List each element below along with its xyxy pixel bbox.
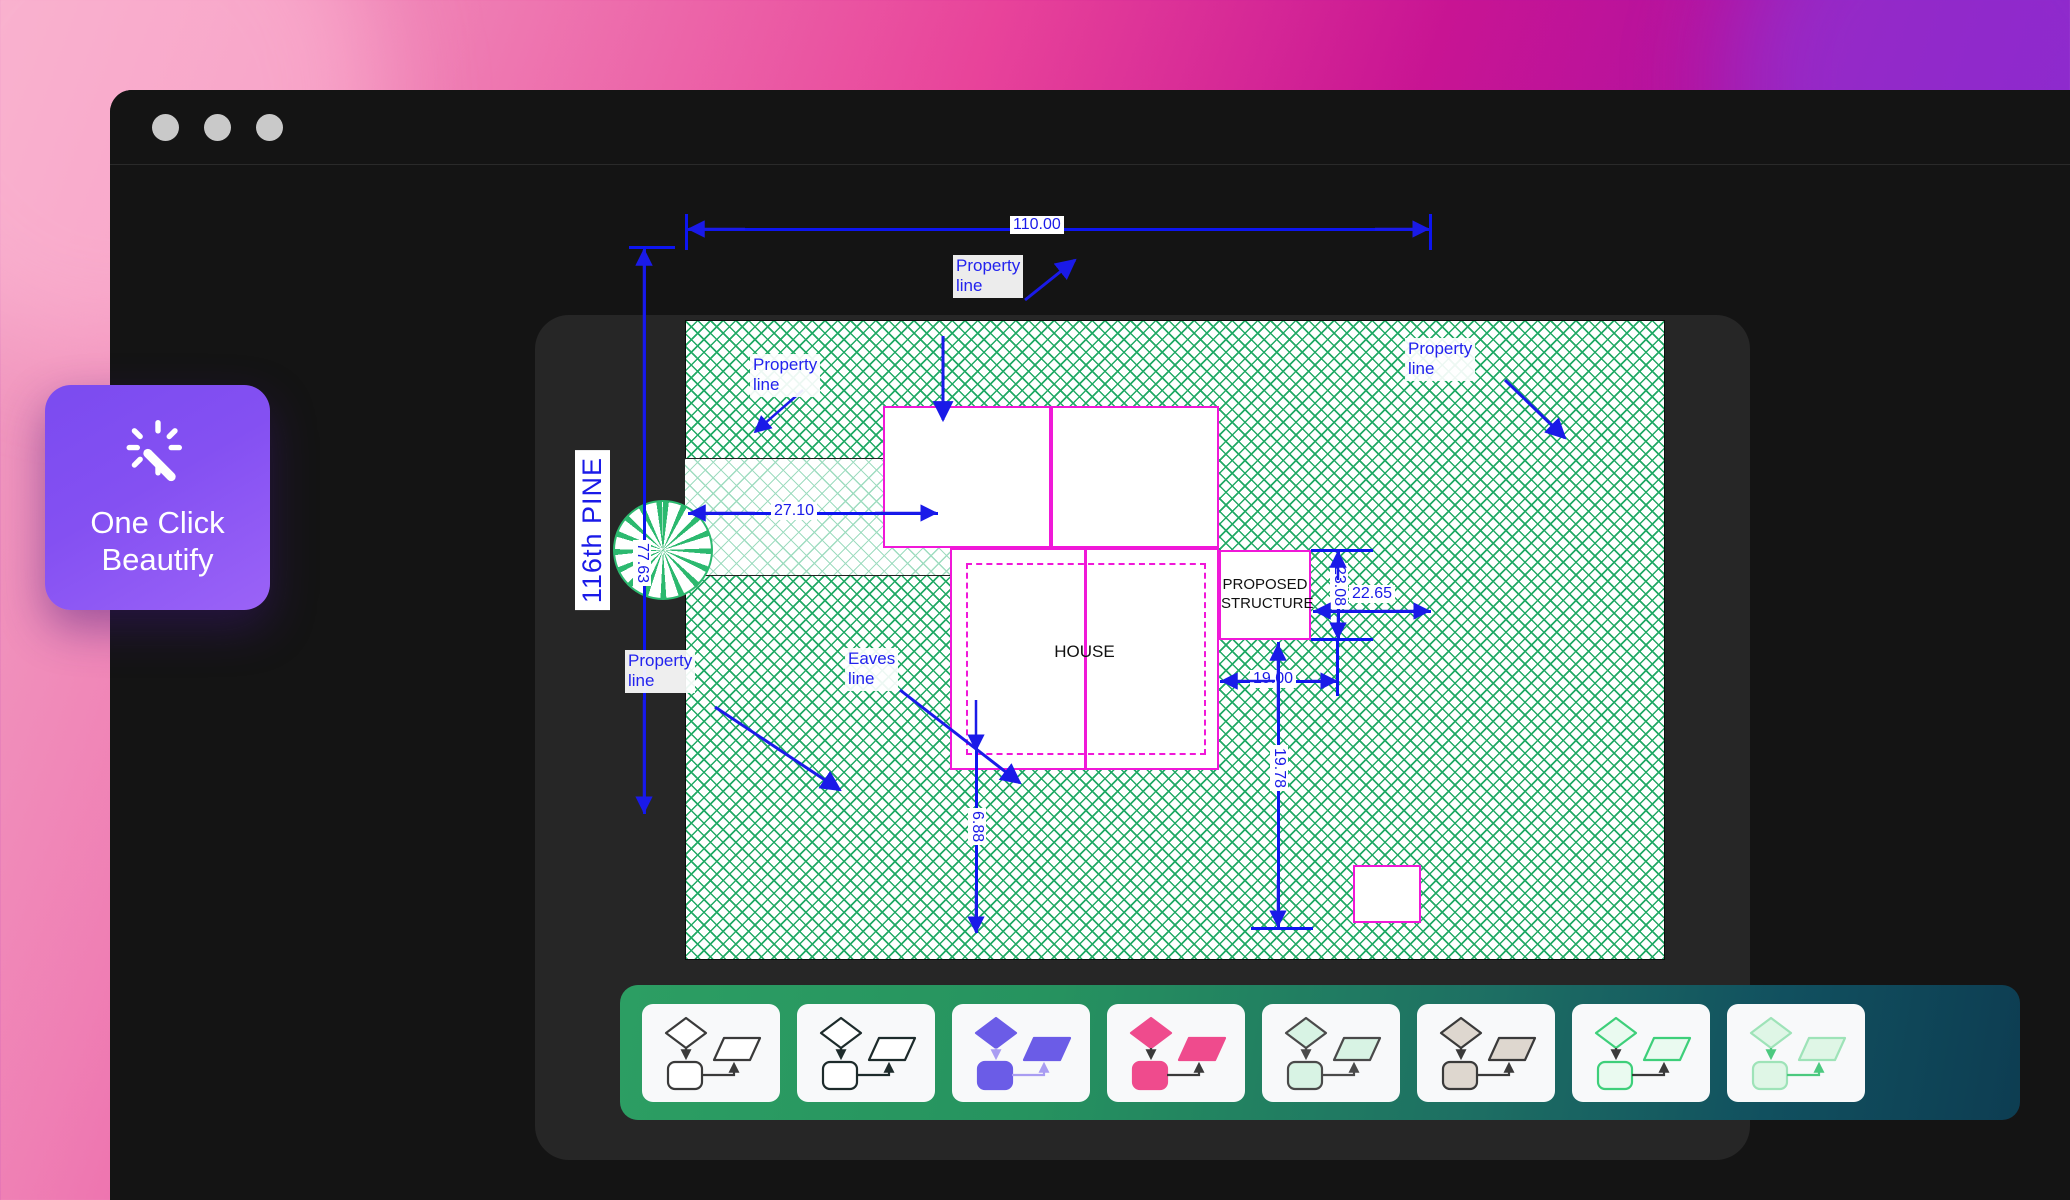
structure-shed[interactable]	[1353, 865, 1421, 923]
style-preview-outline-bold	[819, 1016, 917, 1090]
dim-structure-depth-label: 23.08	[1330, 563, 1348, 610]
annotation-eaves-line: Eaves line	[845, 648, 899, 691]
data-parallelogram	[1332, 1036, 1382, 1061]
style-preview-outline-light	[664, 1016, 762, 1090]
dim-structure-depth-ext-top	[1311, 549, 1373, 552]
process-box	[1441, 1060, 1479, 1090]
site-plan-canvas[interactable]: HOUSE PROPOSED STRUCTURE 110.00 77.63 27…	[575, 214, 1665, 960]
dim-lot-depth-ext-top	[629, 246, 675, 249]
dim-eaves-offset-label: 6.88	[968, 808, 986, 846]
style-theme-bar[interactable]	[620, 985, 2020, 1120]
annotation-property-line-top-center: Property line	[953, 255, 1024, 298]
dim-structure-depth-ext-bottom	[1311, 638, 1373, 641]
annotation-property-line-bottom-left: Property line	[625, 650, 696, 693]
process-box	[976, 1060, 1014, 1090]
style-thumbnail-green-soft[interactable]	[1727, 1003, 1865, 1102]
sparkle-wand-icon	[126, 419, 182, 482]
decision-diamond	[1594, 1016, 1638, 1049]
dim-lot-width-label: 110.00	[1010, 216, 1064, 234]
style-preview-green-outline	[1594, 1016, 1692, 1090]
style-thumbnail-violet[interactable]	[952, 1003, 1090, 1102]
dim-lot-width-ext-left	[685, 214, 688, 250]
window-minimize-button[interactable]	[204, 113, 231, 141]
dim-right-setback-line	[1313, 610, 1431, 613]
window-titlebar	[110, 90, 2070, 165]
decision-diamond	[1439, 1016, 1483, 1049]
style-thumbnail-outline-bold[interactable]	[797, 1003, 935, 1102]
style-thumbnail-mint[interactable]	[1262, 1003, 1400, 1102]
data-parallelogram	[1642, 1036, 1692, 1061]
style-preview-green-soft	[1749, 1016, 1847, 1090]
eaves-line-outline	[966, 563, 1206, 755]
data-parallelogram	[1797, 1036, 1847, 1061]
one-click-beautify-label: One Click Beautify	[90, 504, 225, 577]
window-maximize-button[interactable]	[256, 113, 283, 141]
process-box	[666, 1060, 704, 1090]
decision-diamond	[1129, 1016, 1173, 1049]
dim-rear-setback-label: 19.78	[1270, 745, 1288, 792]
process-box	[821, 1060, 859, 1090]
process-box	[1596, 1060, 1634, 1090]
structure-proposed[interactable]: PROPOSED STRUCTURE	[1219, 550, 1314, 640]
tree-symbol	[613, 500, 713, 600]
street-name-label: 116th PINE	[575, 450, 610, 611]
data-parallelogram	[867, 1036, 917, 1061]
annotation-property-line-top-left: Property line	[750, 354, 821, 397]
process-box	[1131, 1060, 1169, 1090]
dim-side-setback-ext	[1336, 640, 1339, 696]
annotation-property-line-right: Property line	[1405, 338, 1476, 381]
style-thumbnail-green-outline[interactable]	[1572, 1003, 1710, 1102]
structure-upper-right[interactable]	[1051, 406, 1219, 548]
structure-upper-left[interactable]	[883, 406, 1051, 548]
style-preview-mint	[1284, 1016, 1382, 1090]
style-preview-pink	[1129, 1016, 1227, 1090]
dim-lot-width-ext-right	[1429, 214, 1432, 250]
dim-right-setback-label: 22.65	[1349, 585, 1396, 603]
window-close-button[interactable]	[152, 113, 179, 141]
style-preview-sand	[1439, 1016, 1537, 1090]
proposed-structure-label: PROPOSED STRUCTURE	[1221, 576, 1314, 612]
dim-lot-depth-label: 77.63	[633, 540, 651, 587]
one-click-beautify-button[interactable]: One Click Beautify	[45, 385, 270, 610]
dim-lot-depth-line	[643, 246, 646, 814]
decision-diamond	[664, 1016, 708, 1049]
decision-diamond	[974, 1016, 1018, 1049]
data-parallelogram	[712, 1036, 762, 1061]
dim-front-setback-label: 27.10	[771, 502, 818, 520]
style-thumbnail-outline-light[interactable]	[642, 1003, 780, 1102]
process-box	[1751, 1060, 1789, 1090]
data-parallelogram	[1022, 1036, 1072, 1061]
style-preview-violet	[974, 1016, 1072, 1090]
decision-diamond	[1749, 1016, 1793, 1049]
process-box	[1286, 1060, 1324, 1090]
data-parallelogram	[1487, 1036, 1537, 1061]
data-parallelogram	[1177, 1036, 1227, 1061]
decision-diamond	[1284, 1016, 1328, 1049]
decision-diamond	[819, 1016, 863, 1049]
dim-side-setback-label: 19.00	[1250, 670, 1297, 688]
style-thumbnail-pink[interactable]	[1107, 1003, 1245, 1102]
dim-rear-setback-ext	[1251, 927, 1313, 930]
style-thumbnail-sand[interactable]	[1417, 1003, 1555, 1102]
